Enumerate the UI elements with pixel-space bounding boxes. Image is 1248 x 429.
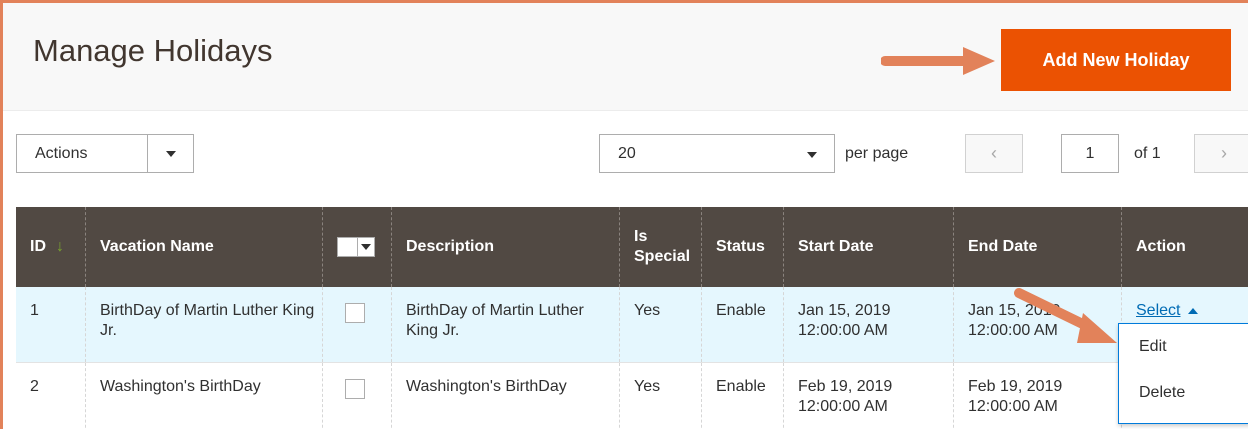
column-header-status[interactable]: Status bbox=[702, 207, 784, 287]
cell-start-date: Jan 15, 2019 12:00:00 AM bbox=[784, 287, 954, 362]
cell-id: 1 bbox=[16, 287, 86, 362]
current-page-input[interactable]: 1 bbox=[1061, 134, 1119, 173]
chevron-right-icon: › bbox=[1221, 143, 1227, 163]
cell-id: 2 bbox=[16, 363, 86, 429]
sort-arrow-icon: ↓ bbox=[56, 238, 64, 255]
per-page-value: 20 bbox=[618, 145, 636, 162]
chevron-left-icon: ‹ bbox=[991, 143, 997, 163]
menu-item-edit[interactable]: Edit bbox=[1119, 324, 1248, 370]
column-header-is-special[interactable]: Is Special bbox=[620, 207, 702, 287]
cell-status: Enable bbox=[702, 363, 784, 429]
end-date: Feb 19, 2019 bbox=[968, 378, 1063, 395]
previous-page-button[interactable]: ‹ bbox=[965, 134, 1023, 173]
per-page-select[interactable]: 20 bbox=[599, 134, 835, 173]
row-action-select[interactable]: Select bbox=[1136, 302, 1199, 319]
chevron-down-icon bbox=[361, 244, 371, 250]
column-header-vacation-name[interactable]: Vacation Name bbox=[86, 207, 323, 287]
add-new-holiday-button[interactable]: Add New Holiday bbox=[1001, 29, 1231, 91]
mass-actions-label: Actions bbox=[35, 145, 88, 162]
cell-is-special: Yes bbox=[620, 287, 702, 362]
chevron-down-icon bbox=[807, 152, 817, 158]
row-action-menu: Edit Delete bbox=[1118, 323, 1248, 424]
row-checkbox[interactable] bbox=[345, 303, 365, 323]
page-header: Manage Holidays Add New Holiday bbox=[3, 3, 1248, 111]
cell-is-special: Yes bbox=[620, 363, 702, 429]
grid-header-row: ID ↓ Vacation Name Description Is Specia… bbox=[16, 207, 1248, 287]
grid-toolbar: Actions 20 per page ‹ 1 of 1 › bbox=[3, 111, 1248, 207]
table-row[interactable]: 2 Washington's BirthDay Washington's Bir… bbox=[16, 363, 1248, 429]
chevron-down-icon bbox=[147, 135, 193, 172]
cell-select bbox=[323, 287, 392, 362]
column-header-mass-select[interactable] bbox=[323, 207, 392, 287]
start-time: 12:00:00 AM bbox=[798, 322, 888, 339]
next-page-button[interactable]: › bbox=[1194, 134, 1248, 173]
start-time: 12:00:00 AM bbox=[798, 398, 888, 415]
page-frame: Manage Holidays Add New Holiday Actions … bbox=[0, 0, 1248, 429]
mass-actions-select[interactable]: Actions bbox=[16, 134, 194, 173]
column-header-action: Action bbox=[1136, 238, 1186, 255]
annotation-arrow-icon bbox=[1014, 288, 1117, 343]
column-header-id[interactable]: ID ↓ bbox=[16, 207, 86, 287]
page-title: Manage Holidays bbox=[33, 33, 273, 68]
cell-select bbox=[323, 363, 392, 429]
menu-item-delete[interactable]: Delete bbox=[1119, 370, 1248, 416]
start-date: Feb 19, 2019 bbox=[798, 378, 893, 395]
cell-vacation-name: Washington's BirthDay bbox=[86, 363, 323, 429]
cell-vacation-name: BirthDay of Martin Luther King Jr. bbox=[86, 287, 323, 362]
annotation-arrow-icon bbox=[881, 47, 995, 75]
mass-select-checkbox[interactable] bbox=[337, 237, 375, 257]
column-header-description[interactable]: Description bbox=[392, 207, 620, 287]
start-date: Jan 15, 2019 bbox=[798, 302, 891, 319]
row-checkbox[interactable] bbox=[345, 379, 365, 399]
cell-description: BirthDay of Martin Luther King Jr. bbox=[392, 287, 620, 362]
per-page-label: per page bbox=[845, 145, 909, 162]
cell-start-date: Feb 19, 2019 12:00:00 AM bbox=[784, 363, 954, 429]
page-total-label: of 1 bbox=[1134, 145, 1161, 162]
column-header-start-date[interactable]: Start Date bbox=[784, 207, 954, 287]
cell-end-date: Feb 19, 2019 12:00:00 AM bbox=[954, 363, 1122, 429]
end-time: 12:00:00 AM bbox=[968, 398, 1058, 415]
cell-description: Washington's BirthDay bbox=[392, 363, 620, 429]
chevron-up-icon bbox=[1188, 307, 1199, 314]
cell-status: Enable bbox=[702, 287, 784, 362]
column-header-end-date[interactable]: End Date bbox=[954, 207, 1122, 287]
